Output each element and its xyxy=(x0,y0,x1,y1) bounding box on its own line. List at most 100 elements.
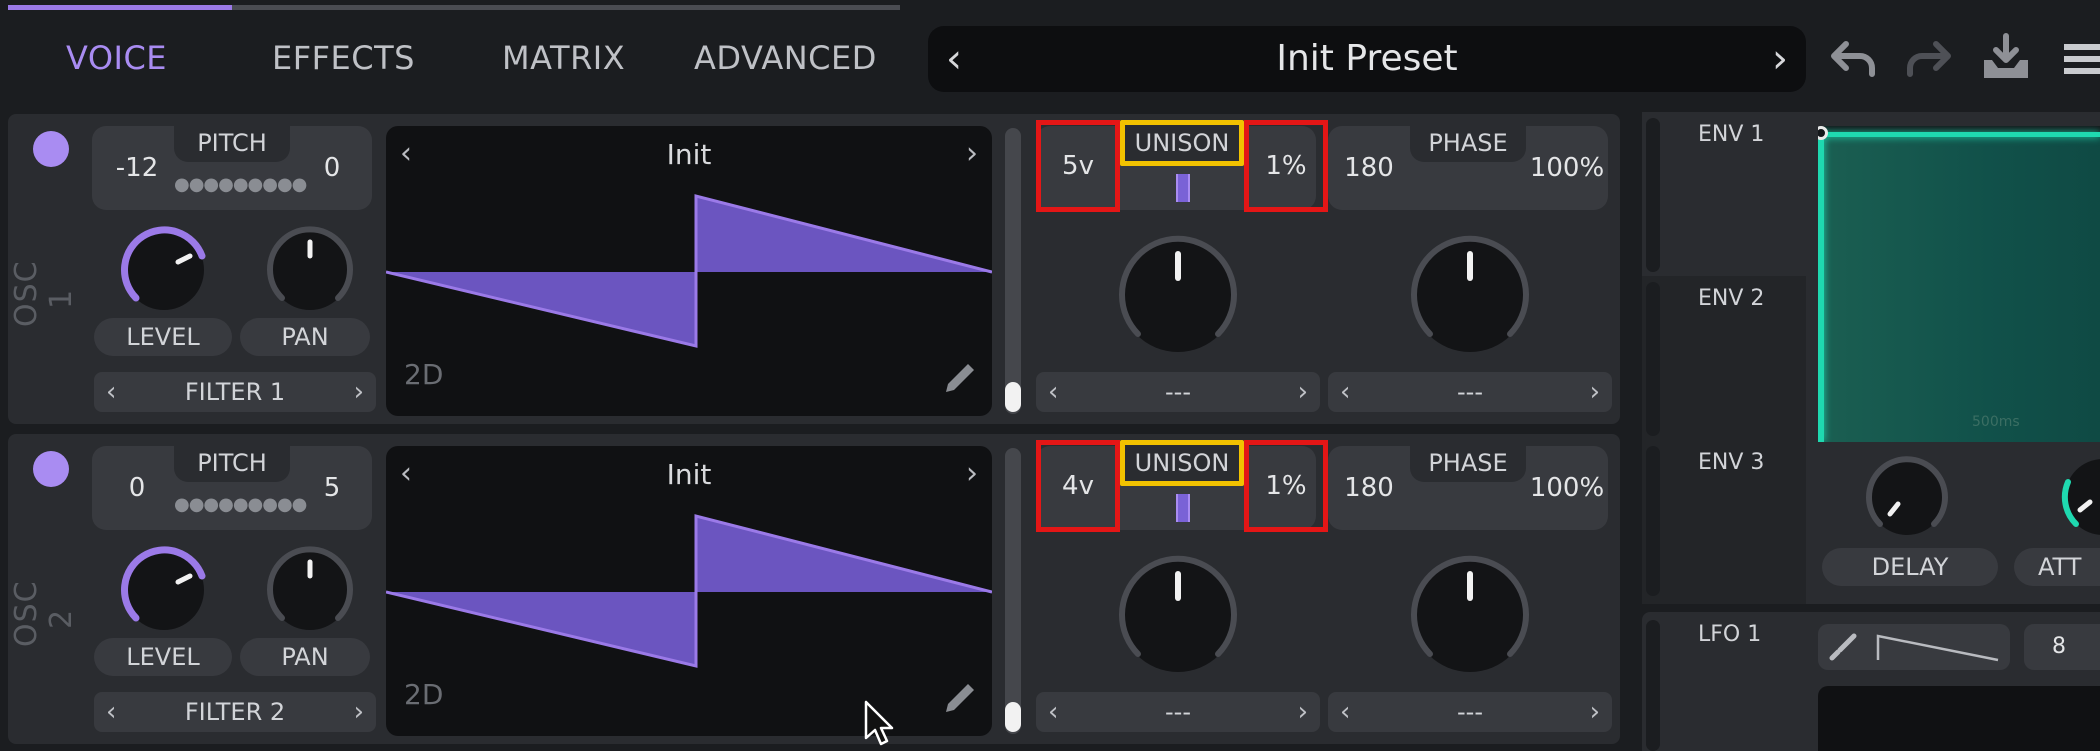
osc2-pitch-label: PITCH xyxy=(174,446,290,482)
osc1-waveform xyxy=(386,194,992,348)
osc1-phase-value[interactable]: 180 xyxy=(1328,148,1410,188)
osc2-level-knob[interactable] xyxy=(116,542,212,638)
osc2-phase-knob[interactable] xyxy=(1402,546,1538,682)
osc1-pitch-box: PITCH -12 0 ●●●●●●●●● xyxy=(92,126,372,210)
envelope-attack-line xyxy=(1818,132,1824,442)
osc1-dest2-next[interactable]: › xyxy=(1590,372,1600,412)
preset-name[interactable]: Init Preset xyxy=(928,26,1806,92)
osc2-phase-box: PHASE 180 100% xyxy=(1328,446,1608,530)
save-button[interactable] xyxy=(1978,30,2034,86)
env-tab-3[interactable]: ENV 3 xyxy=(1642,440,1806,604)
env-attack-knob[interactable] xyxy=(2058,452,2100,542)
osc1-scrollbar[interactable] xyxy=(1005,128,1021,414)
osc1-wave-mode[interactable]: 2D xyxy=(404,358,443,391)
env1-tab-track xyxy=(1646,118,1660,272)
osc2-dest1-next[interactable]: › xyxy=(1298,692,1308,732)
env1-label: ENV 1 xyxy=(1698,122,1765,147)
env-delay-knob[interactable] xyxy=(1862,452,1952,542)
osc2-power-toggle[interactable] xyxy=(33,451,69,487)
osc2-unison-detune[interactable]: 1% xyxy=(1244,466,1328,506)
osc1-dest2-label: --- xyxy=(1457,378,1483,406)
osc1-pan-knob[interactable] xyxy=(262,222,358,318)
osc1-pitch-tune[interactable]: 0 xyxy=(298,148,366,188)
osc2-pan-knob[interactable] xyxy=(262,542,358,638)
env-tab-2[interactable]: ENV 2 xyxy=(1642,276,1806,440)
osc1-filter-next[interactable]: › xyxy=(354,372,364,412)
lfo1-label[interactable]: LFO 1 xyxy=(1698,622,1761,647)
osc1-scrollbar-thumb[interactable] xyxy=(1005,382,1021,412)
env-tab-1[interactable]: ENV 1 xyxy=(1642,112,1806,276)
osc1-phase-knob[interactable] xyxy=(1402,226,1538,362)
osc1-filter-selector[interactable]: ‹ FILTER 1 › xyxy=(94,372,376,412)
osc1-unison-detune[interactable]: 1% xyxy=(1244,146,1328,186)
osc1-dest1-next[interactable]: › xyxy=(1298,372,1308,412)
osc2-scale-dots[interactable]: ●●●●●●●●● xyxy=(174,494,307,515)
lfo-paint-brush-icon[interactable] xyxy=(1828,632,1858,662)
osc2-wavetable-display[interactable]: ‹ Init › 2D xyxy=(386,446,992,736)
redo-icon xyxy=(1907,41,1951,77)
osc2-edit-pencil-icon[interactable] xyxy=(940,678,980,718)
osc2-dest2-selector[interactable]: ‹ --- › xyxy=(1328,692,1612,732)
osc2-phase-label: PHASE xyxy=(1410,446,1526,482)
osc1-pitch-label: PITCH xyxy=(174,126,290,162)
osc1-dest1-selector[interactable]: ‹ --- › xyxy=(1036,372,1320,412)
mouse-cursor-icon xyxy=(864,700,894,746)
osc1-unison-voices[interactable]: 5v xyxy=(1036,146,1120,186)
lfo-shape-preview xyxy=(1876,634,1999,662)
osc2-waveform xyxy=(386,514,992,668)
osc1-power-toggle[interactable] xyxy=(33,131,69,167)
tab-advanced[interactable]: ADVANCED xyxy=(694,36,877,80)
osc2-label: OSC 2 xyxy=(9,580,79,647)
osc1-wavetable-display[interactable]: ‹ Init › 2D xyxy=(386,126,992,416)
menu-button[interactable] xyxy=(2060,30,2100,86)
osc1-pitch-transpose[interactable]: -12 xyxy=(92,148,182,188)
osc2-wave-mode[interactable]: 2D xyxy=(404,678,443,711)
env-attack-label: ATT xyxy=(2014,548,2100,586)
preset-next-button[interactable]: › xyxy=(1772,26,1788,92)
osc2-pitch-tune[interactable]: 5 xyxy=(298,468,366,508)
tab-effects[interactable]: EFFECTS xyxy=(272,36,415,80)
osc2-dest2-next[interactable]: › xyxy=(1590,692,1600,732)
env3-tab-track xyxy=(1646,446,1660,596)
redo-button[interactable] xyxy=(1900,30,1956,86)
osc2-unison-detune-knob[interactable] xyxy=(1110,546,1246,682)
env2-label: ENV 2 xyxy=(1698,286,1765,311)
osc2-scrollbar-thumb[interactable] xyxy=(1005,702,1021,732)
menu-icon xyxy=(2064,44,2100,74)
osc2-phase-random[interactable]: 100% xyxy=(1526,468,1608,508)
undo-button[interactable] xyxy=(1826,30,1882,86)
osc2-panel: OSC 2 PITCH 0 5 ●●●●●●●●● LEVEL PAN ‹ FI… xyxy=(8,434,1620,744)
osc1-phase-random[interactable]: 100% xyxy=(1526,148,1608,188)
env3-label: ENV 3 xyxy=(1698,450,1765,475)
osc2-filter-selector[interactable]: ‹ FILTER 2 › xyxy=(94,692,376,732)
tab-voice[interactable]: VOICE xyxy=(66,36,167,80)
lfo1-tab-track xyxy=(1646,620,1660,751)
osc1-unison-spread-indicator xyxy=(1176,174,1190,202)
lfo1-rate-value[interactable]: 8 xyxy=(2024,624,2100,670)
top-progress-fill xyxy=(8,5,232,10)
lfo1-graph[interactable] xyxy=(1818,686,2100,751)
osc1-scale-dots[interactable]: ●●●●●●●●● xyxy=(174,174,307,195)
osc1-phase-box: PHASE 180 100% xyxy=(1328,126,1608,210)
preset-browser: ‹ Init Preset › xyxy=(928,26,1806,92)
osc2-filter-next[interactable]: › xyxy=(354,692,364,732)
envelope-time-label: 500ms xyxy=(1972,414,2020,430)
osc1-dest2-selector[interactable]: ‹ --- › xyxy=(1328,372,1612,412)
envelope-graph[interactable]: 500ms xyxy=(1818,126,2100,442)
osc2-unison-spread-indicator xyxy=(1176,494,1190,522)
envelope-panel: ENV 1 ENV 2 ENV 3 500ms DELAY ATT xyxy=(1642,112,2100,604)
osc1-edit-pencil-icon[interactable] xyxy=(940,358,980,398)
osc1-level-knob[interactable] xyxy=(116,222,212,318)
osc1-label: OSC 1 xyxy=(9,260,79,327)
osc2-unison-voices[interactable]: 4v xyxy=(1036,466,1120,506)
osc2-dest1-selector[interactable]: ‹ --- › xyxy=(1036,692,1320,732)
osc2-scrollbar[interactable] xyxy=(1005,448,1021,734)
osc2-pitch-box: PITCH 0 5 ●●●●●●●●● xyxy=(92,446,372,530)
lfo1-shape-selector[interactable] xyxy=(1818,624,2010,670)
osc1-unison-label: UNISON xyxy=(1134,129,1230,157)
osc1-unison-detune-knob[interactable] xyxy=(1110,226,1246,362)
tab-matrix[interactable]: MATRIX xyxy=(502,36,625,80)
osc2-filter-label: FILTER 2 xyxy=(184,698,286,726)
osc2-pitch-transpose[interactable]: 0 xyxy=(92,468,182,508)
osc2-phase-value[interactable]: 180 xyxy=(1328,468,1410,508)
